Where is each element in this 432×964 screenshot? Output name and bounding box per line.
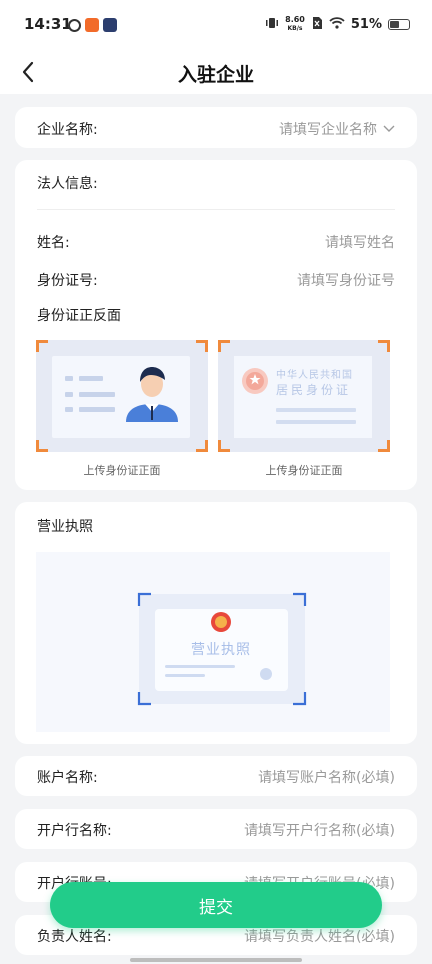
license-card-text: 营业执照 [191,642,251,658]
status-indicators: 8.60 KB/s 51% [265,15,410,33]
frame-corner [218,440,230,452]
id-number-input[interactable]: 请填写身份证号 [297,270,395,290]
status-bar: 14:31 8.60 KB/s 51% [0,0,432,50]
bank-name-card[interactable]: 开户行名称: 请填写开户行名称(必填) [15,809,417,849]
legal-person-heading: 法人信息: [37,176,98,192]
account-name-label: 账户名称: [37,770,98,786]
id-back-caption: 上传身份证正面 [265,464,343,477]
network-speed-value: 8.60 [285,15,305,24]
company-name-select[interactable]: 请填写企业名称 [279,119,395,139]
id-back-line1: 中华人民共和国 [276,370,353,381]
id-photos-label: 身份证正反面 [37,308,121,324]
status-time: 14:31 [24,15,72,33]
network-speed: 8.60 KB/s [285,15,305,33]
company-name-label: 企业名称: [37,122,98,138]
id-back-line2: 居民身份证 [276,383,352,397]
business-license-heading: 营业执照 [37,519,93,535]
business-license-upload[interactable]: 营业执照 [36,552,390,732]
id-back-card: 中华人民共和国 居民身份证 [234,356,372,438]
chevron-down-icon [383,125,395,132]
wifi-icon [329,16,345,32]
battery-icon [388,18,410,30]
page-title: 入驻企业 [177,64,254,86]
divider [37,209,395,210]
bank-name-label: 开户行名称: [37,823,112,839]
battery-percent: 51% [350,16,382,32]
submit-button[interactable]: 提交 [50,882,382,928]
company-name-card[interactable]: 企业名称: 请填写企业名称 [15,107,417,148]
account-name-input[interactable]: 请填写账户名称(必填) [258,767,395,787]
nav-bar: 入驻企业 [0,50,432,94]
name-label: 姓名: [37,235,70,251]
id-front-caption: 上传身份证正面 [83,464,161,477]
id-back-line [276,420,356,424]
business-license-card: 营业执照 营业执照 [15,502,417,744]
id-front-upload[interactable] [36,340,208,452]
id-number-label: 身份证号: [37,273,98,289]
company-name-placeholder: 请填写企业名称 [279,122,377,138]
home-indicator[interactable] [130,958,302,962]
network-speed-unit: KB/s [287,25,303,32]
manager-name-input[interactable]: 请填写负责人姓名(必填) [244,926,395,946]
manager-name-label: 负责人姓名: [37,929,112,945]
id-back-upload[interactable]: 中华人民共和国 居民身份证 [218,340,390,452]
app-notification-icon [85,18,99,32]
national-emblem-icon [242,368,268,394]
app-notification-icon [103,18,117,32]
frame-corner [378,340,390,352]
bank-name-input[interactable]: 请填写开户行名称(必填) [244,820,395,840]
app-notification-icon [68,19,81,32]
name-input[interactable]: 请填写姓名 [325,232,395,252]
frame-corner [218,340,230,352]
id-front-illustration [52,356,190,438]
vibrate-icon [265,16,279,33]
id-back-line [276,408,356,412]
account-name-card[interactable]: 账户名称: 请填写账户名称(必填) [15,756,417,796]
no-sim-icon [311,16,323,33]
frame-corner [378,440,390,452]
